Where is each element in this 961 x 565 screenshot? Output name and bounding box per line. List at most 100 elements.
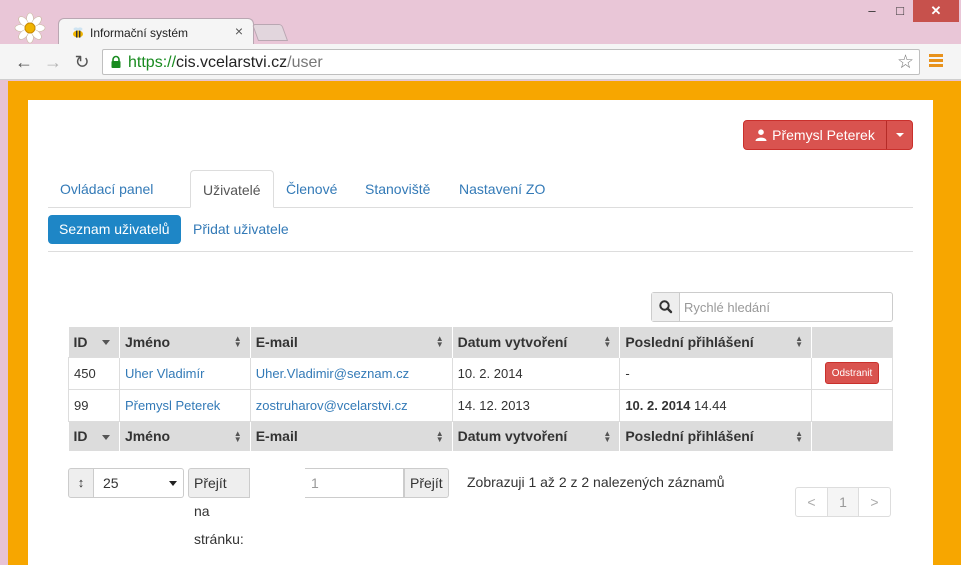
sort-desc-icon	[101, 340, 110, 345]
tab-members[interactable]: Členové	[274, 170, 349, 208]
sort-icon: ▲ ▼	[435, 428, 444, 444]
user-name-link[interactable]: Přemysl Peterek	[125, 398, 220, 413]
cell-created: 10. 2. 2014	[451, 356, 621, 390]
col-name-label: Jméno	[124, 333, 171, 350]
sort-desc-icon	[101, 434, 110, 440]
new-tab-button[interactable]	[251, 24, 289, 41]
browser-toolbar: ← → ↻ https://cis.vcelarstvi.cz/user ☆	[0, 44, 961, 80]
page-background: Přemysl Peterek Ovládací panel Uživatelé…	[8, 81, 961, 565]
col-id-label: ID	[73, 333, 88, 350]
email-link[interactable]: zostruharov@vcelarstvi.cz	[256, 398, 408, 413]
content-card: Přemysl Peterek Ovládací panel Uživatelé…	[28, 100, 933, 565]
goto-page-label: Přejít na stránku:	[188, 468, 250, 547]
window-maximize-button[interactable]: □	[886, 0, 914, 22]
col-created-label: Datum vytvoření	[457, 428, 568, 445]
cell-last-login: -	[619, 356, 812, 390]
user-name-label: Přemysl Peterek	[772, 127, 875, 143]
email-link[interactable]: Uher.Vladimir@seznam.cz	[256, 366, 409, 381]
search-addon	[652, 293, 680, 321]
user-icon	[755, 129, 767, 141]
reload-icon[interactable]: ↻	[71, 51, 93, 73]
results-info: Zobrazuji 1 až 2 z 2 nalezených záznamů	[467, 474, 725, 490]
col-last-login[interactable]: Poslední přihlášení ▲ ▼	[619, 327, 812, 357]
page-size-value: 25	[103, 475, 119, 491]
page-size-icon: ↕	[68, 468, 94, 498]
col-email-label: E-mail	[255, 333, 298, 350]
goto-page-button[interactable]: Přejít	[404, 468, 449, 498]
col-created-label: Datum vytvoření	[457, 333, 568, 350]
col-created[interactable]: Datum vytvoření ▲ ▼	[452, 421, 621, 451]
browser-menu-icon[interactable]	[929, 54, 943, 70]
tab-stations[interactable]: Stanoviště	[353, 170, 442, 208]
sort-icon: ▲ ▼	[603, 334, 612, 349]
window-close-button[interactable]: ✕	[913, 0, 959, 22]
cell-email: Uher.Vladimir@seznam.cz	[249, 356, 453, 390]
sort-icon: ▲ ▼	[795, 334, 803, 349]
address-bar[interactable]: https://cis.vcelarstvi.cz/user ☆	[102, 49, 920, 75]
col-last-login-label: Poslední přihlášení	[625, 428, 754, 445]
cell-action	[811, 388, 893, 422]
col-id[interactable]: ID	[68, 327, 120, 357]
col-email-label: E-mail	[255, 428, 298, 445]
col-actions	[811, 327, 893, 357]
col-last-login-label: Poslední přihlášení	[625, 333, 754, 350]
lock-icon	[111, 55, 121, 68]
tab-settings[interactable]: Nastavení ZO	[447, 170, 557, 208]
chevron-down-icon	[895, 133, 904, 137]
tab-close-icon[interactable]: ×	[235, 24, 243, 38]
col-id-label: ID	[73, 428, 88, 445]
table-row: 450 Uher Vladimír Uher.Vladimir@seznam.c…	[68, 356, 893, 390]
tab-title: Informační systém	[90, 26, 189, 40]
user-name-button[interactable]: Přemysl Peterek	[744, 121, 887, 149]
col-name[interactable]: Jméno ▲ ▼	[119, 327, 251, 357]
col-email[interactable]: E-mail ▲ ▼	[250, 421, 453, 451]
chevron-down-icon	[169, 481, 177, 486]
col-name[interactable]: Jméno ▲ ▼	[119, 421, 251, 451]
sub-tabs: Seznam uživatelů Přidat uživatele	[48, 208, 913, 252]
table-row: 99 Přemysl Peterek zostruharov@vcelarstv…	[68, 388, 893, 422]
tab-add-user[interactable]: Přidat uživatele	[182, 215, 300, 244]
cell-id: 450	[68, 356, 120, 390]
window-minimize-button[interactable]: –	[858, 0, 886, 22]
url-path: /user	[287, 54, 323, 71]
url-scheme: https://	[128, 54, 177, 71]
quick-search	[651, 292, 893, 322]
col-id[interactable]: ID	[68, 421, 120, 451]
search-input[interactable]	[682, 293, 888, 321]
bee-favicon-icon	[73, 27, 83, 38]
user-dropdown-toggle[interactable]	[887, 121, 912, 149]
tab-user-list[interactable]: Seznam uživatelů	[48, 215, 181, 244]
cell-name: Uher Vladimír	[118, 356, 251, 390]
cell-created: 14. 12. 2013	[451, 388, 621, 422]
user-menu-button[interactable]: Přemysl Peterek	[743, 120, 913, 150]
forward-arrow-icon[interactable]: →	[42, 51, 64, 73]
back-arrow-icon[interactable]: ←	[13, 51, 35, 73]
current-page-button[interactable]: 1	[827, 487, 859, 517]
tab-dashboard[interactable]: Ovládací panel	[48, 170, 165, 208]
bookmark-star-icon[interactable]: ☆	[897, 51, 914, 74]
url-text: https://cis.vcelarstvi.cz/user	[128, 54, 323, 72]
last-login-time: 14.44	[694, 397, 727, 413]
col-name-label: Jméno	[124, 428, 171, 445]
user-name-link[interactable]: Uher Vladimír	[125, 366, 204, 381]
last-login-date: 10. 2. 2014	[625, 397, 691, 413]
tab-users[interactable]: Uživatelé	[190, 170, 274, 208]
page-size-select[interactable]: 25	[94, 468, 184, 498]
col-created[interactable]: Datum vytvoření ▲ ▼	[452, 327, 621, 357]
search-icon	[659, 300, 673, 314]
col-email[interactable]: E-mail ▲ ▼	[250, 327, 453, 357]
next-page-button[interactable]: >	[858, 487, 891, 517]
last-login-date: -	[625, 365, 630, 381]
browser-titlebar: Informační systém × – □ ✕	[0, 0, 961, 46]
delete-button[interactable]: Odstranit	[824, 362, 880, 384]
prev-page-button[interactable]: <	[795, 487, 828, 517]
table-header-row: ID Jméno ▲ ▼ E-mail ▲ ▼ Datum vytvoření ▲ ▼ Po…	[68, 327, 893, 357]
sort-icon: ▲ ▼	[435, 334, 444, 349]
sort-icon: ▲ ▼	[233, 334, 242, 349]
users-table: ID Jméno ▲ ▼ E-mail ▲ ▼ Datum vytvoření ▲ ▼ Po…	[68, 327, 893, 451]
table-footer-row: ID Jméno ▲ ▼ E-mail ▲ ▼ Datum vytvoření ▲ ▼ Po…	[68, 421, 893, 451]
col-last-login[interactable]: Poslední přihlášení ▲ ▼	[619, 421, 812, 451]
browser-tab[interactable]: Informační systém ×	[58, 18, 254, 46]
flower-logo-icon	[14, 12, 46, 44]
goto-page-input[interactable]: 1	[305, 468, 404, 498]
